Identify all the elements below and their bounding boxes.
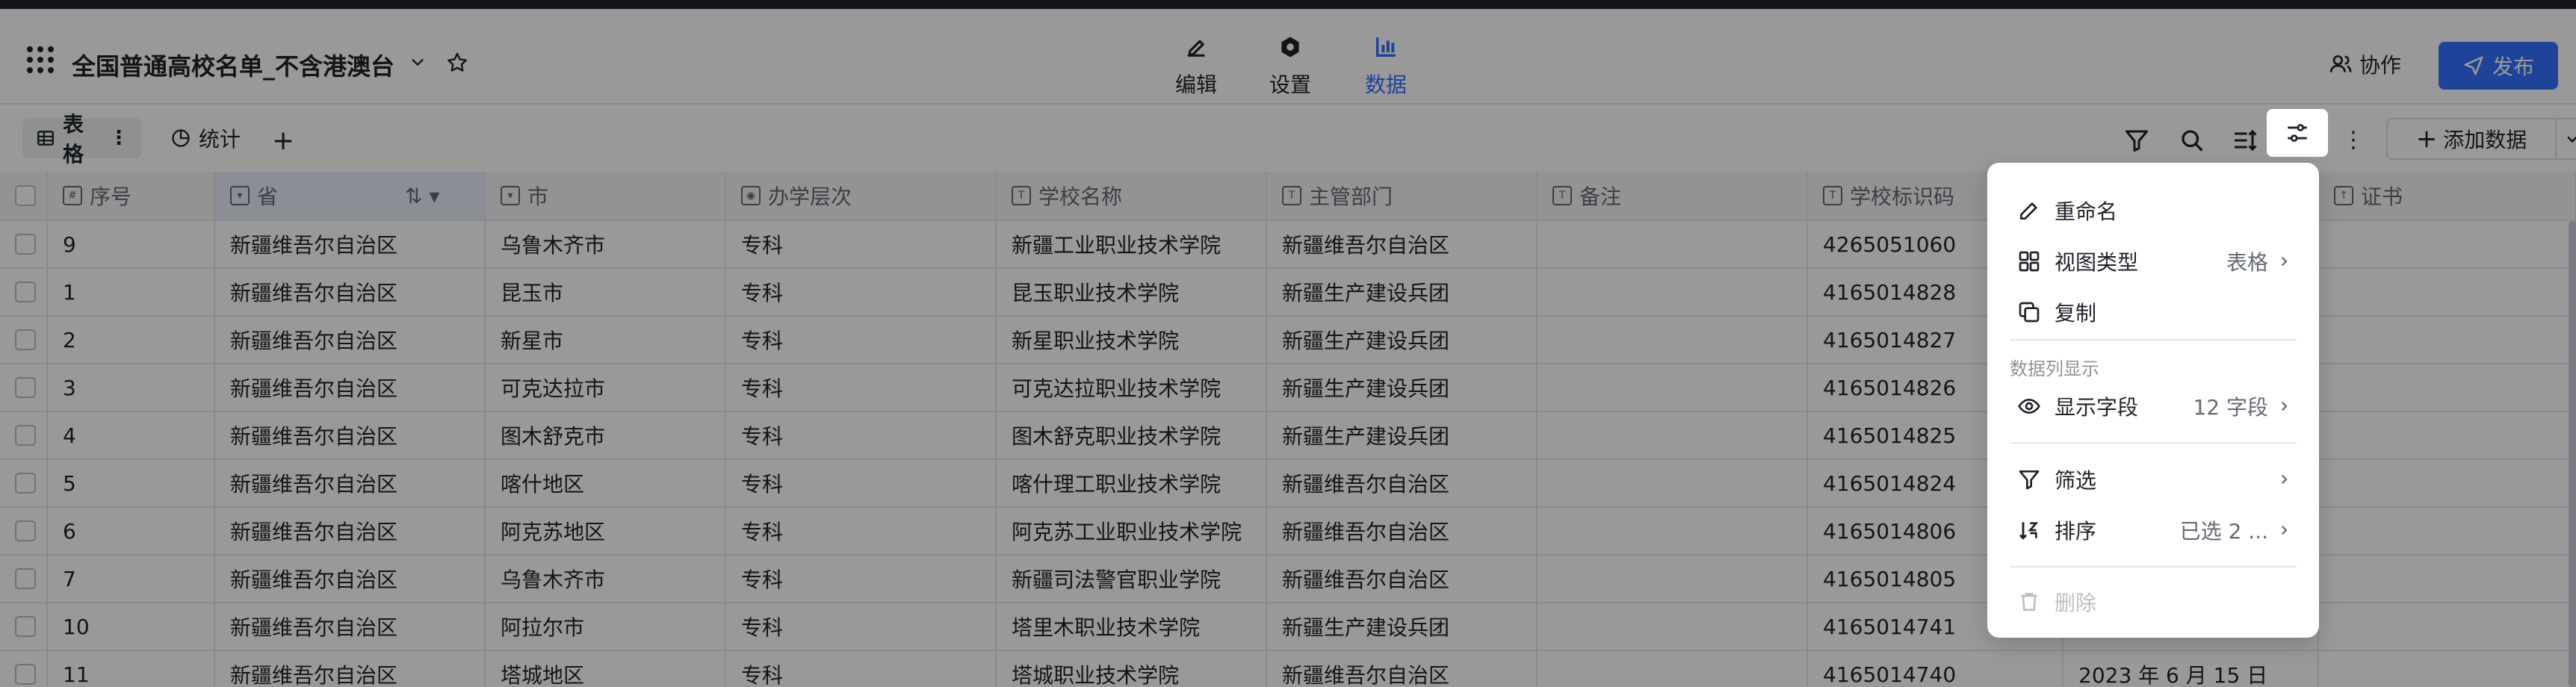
copy-icon <box>2019 302 2040 323</box>
menu-view-type-value: 表格 <box>2226 250 2268 275</box>
menu-item-show-fields[interactable]: 显示字段 12 字段 <box>1995 382 2312 430</box>
menu-divider <box>2010 566 2297 568</box>
menu-sort-value: 已选 2 ... <box>2179 519 2268 544</box>
menu-view-type-label: 视图类型 <box>2055 250 2139 275</box>
menu-section-label: 数据列显示 <box>2010 358 2099 379</box>
menu-sort-label: 排序 <box>2055 519 2097 544</box>
menu-divider <box>2010 442 2297 444</box>
menu-show-fields-label: 显示字段 <box>2055 395 2139 420</box>
eye-icon <box>2018 398 2040 414</box>
filter-icon <box>2019 470 2040 490</box>
trash-icon <box>2021 593 2037 611</box>
menu-item-rename[interactable]: 重命名 <box>1995 187 2312 234</box>
menu-copy-label: 复制 <box>2055 301 2097 326</box>
chevron-right-icon <box>2281 401 2288 411</box>
pencil-icon <box>2020 202 2037 220</box>
menu-filter-label: 筛选 <box>2055 468 2097 493</box>
menu-divider <box>2010 339 2297 341</box>
menu-show-fields-value: 12 字段 <box>2193 395 2268 420</box>
menu-rename-label: 重命名 <box>2055 199 2118 224</box>
view-settings-menu: 重命名 视图类型 表格 复制 数据列显示 显示字段 12 字段 筛选 排序 已选… <box>1987 163 2319 638</box>
menu-item-copy[interactable]: 复制 <box>1995 288 2312 336</box>
grid-icon <box>2019 251 2040 272</box>
menu-item-view-type[interactable]: 视图类型 表格 <box>1995 237 2312 285</box>
sort-icon <box>2019 522 2039 540</box>
menu-item-filter[interactable]: 筛选 <box>1995 456 2312 503</box>
view-settings-icon <box>2288 124 2307 142</box>
menu-delete-label: 删除 <box>2055 591 2097 615</box>
view-settings-button[interactable] <box>2267 109 2328 157</box>
chevron-right-icon <box>2281 256 2288 267</box>
menu-item-delete: 删除 <box>1995 578 2312 626</box>
menu-item-sort[interactable]: 排序 已选 2 ... <box>1995 506 2312 554</box>
chevron-right-icon <box>2281 474 2288 485</box>
chevron-right-icon <box>2281 525 2288 535</box>
